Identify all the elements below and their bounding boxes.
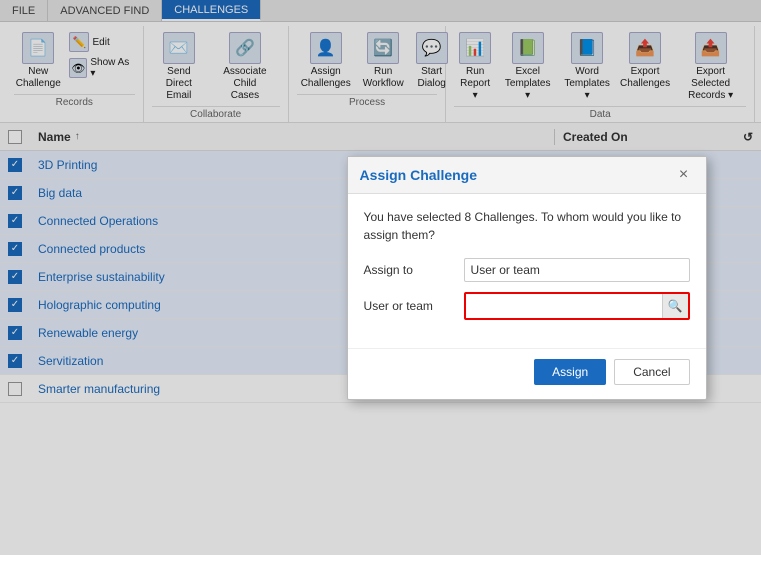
modal-title: Assign Challenge <box>360 167 477 183</box>
assign-challenge-modal: Assign Challenge × You have selected 8 C… <box>347 156 707 400</box>
modal-footer: Assign Cancel <box>348 348 706 399</box>
user-or-team-label: User or team <box>364 299 464 313</box>
assign-to-row: Assign to <box>364 258 690 282</box>
cancel-button[interactable]: Cancel <box>614 359 689 385</box>
user-or-team-field: 🔍 <box>464 292 690 320</box>
user-or-team-input[interactable] <box>466 294 662 318</box>
modal-description: You have selected 8 Challenges. To whom … <box>364 208 690 244</box>
user-or-team-row: User or team 🔍 <box>364 292 690 320</box>
search-icon: 🔍 <box>668 299 683 313</box>
modal-header: Assign Challenge × <box>348 157 706 194</box>
assign-to-input[interactable] <box>464 258 690 282</box>
modal-body: You have selected 8 Challenges. To whom … <box>348 194 706 344</box>
assign-button[interactable]: Assign <box>534 359 606 385</box>
search-button[interactable]: 🔍 <box>662 294 688 318</box>
modal-overlay: Assign Challenge × You have selected 8 C… <box>0 0 761 555</box>
assign-to-label: Assign to <box>364 263 464 277</box>
modal-close-button[interactable]: × <box>674 165 694 185</box>
